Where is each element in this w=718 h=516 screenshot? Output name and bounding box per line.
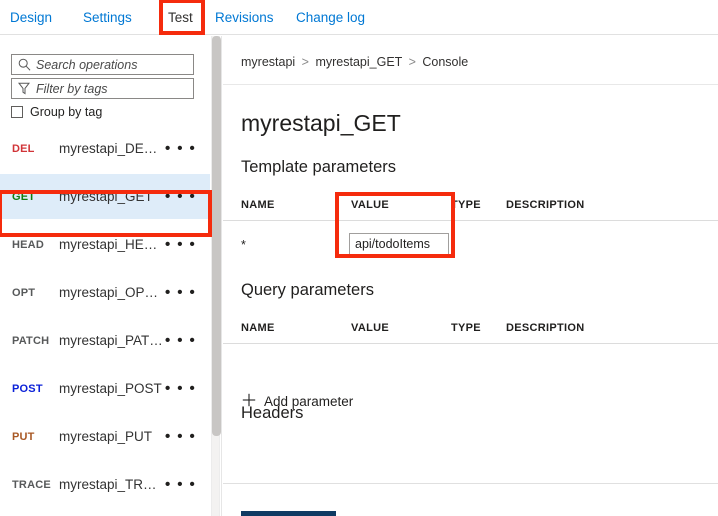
operation-name: myrestapi_HE…	[59, 237, 158, 252]
query-parameters-header-row: NAME VALUE TYPE DESCRIPTION	[223, 318, 718, 344]
sidebar-item-opt[interactable]: OPT myrestapi_OP… • • •	[0, 270, 210, 315]
breadcrumb-root[interactable]: myrestapi	[241, 55, 295, 69]
breadcrumb: myrestapi > myrestapi_GET > Console	[241, 55, 468, 69]
sidebar-item-post[interactable]: POST myrestapi_POST • • •	[0, 366, 210, 411]
template-parameter-value-input[interactable]: api/todoItems	[349, 233, 449, 256]
more-options-icon[interactable]: • • •	[165, 477, 196, 492]
operation-verb: PUT	[12, 430, 35, 443]
tab-change-log[interactable]: Change log	[296, 0, 365, 34]
operation-name: myrestapi_GET	[59, 189, 153, 204]
more-options-icon[interactable]: • • •	[165, 333, 196, 348]
operation-verb: GET	[12, 190, 36, 203]
operations-list: DEL myrestapi_DE… • • • GET myrestapi_GET • •…	[0, 126, 210, 516]
operation-verb: OPT	[12, 286, 36, 299]
table-row: * api/todoItems	[223, 232, 718, 270]
operation-verb: TRACE	[12, 478, 51, 491]
more-options-icon[interactable]: • • •	[165, 285, 196, 300]
group-by-tag-checkbox[interactable]: Group by tag	[11, 105, 102, 119]
api-management-test-console: Design Settings Test Revisions Change log Se…	[0, 0, 718, 516]
more-options-icon[interactable]: • • •	[165, 141, 196, 156]
breadcrumb-leaf: Console	[422, 55, 469, 69]
operation-name: myrestapi_OP…	[59, 285, 159, 300]
funnel-icon	[12, 82, 36, 95]
sidebar-item-patch[interactable]: PATCH myrestapi_PAT… • • •	[0, 318, 210, 363]
th-name: NAME	[241, 199, 275, 211]
breadcrumb-separator-1: >	[301, 55, 309, 69]
tab-test[interactable]: Test	[168, 0, 193, 34]
more-options-icon[interactable]: • • •	[165, 189, 196, 204]
th-type: TYPE	[451, 199, 481, 211]
group-by-tag-label: Group by tag	[30, 105, 103, 119]
sidebar-scrollbar-track[interactable]	[211, 36, 221, 516]
tab-design[interactable]: Design	[10, 0, 52, 34]
th-name: NAME	[241, 322, 275, 334]
breadcrumb-middle[interactable]: myrestapi_GET	[315, 55, 402, 69]
sidebar-item-del[interactable]: DEL myrestapi_DE… • • •	[0, 126, 210, 171]
th-description: DESCRIPTION	[506, 199, 585, 211]
more-options-icon[interactable]: • • •	[165, 237, 196, 252]
operations-sidebar: Search operations Filter by tags Group b…	[0, 36, 222, 516]
top-tab-bar: Design Settings Test Revisions Change log	[0, 0, 718, 35]
th-type: TYPE	[451, 322, 481, 334]
more-options-icon[interactable]: • • •	[165, 429, 196, 444]
th-description: DESCRIPTION	[506, 322, 585, 334]
th-value: VALUE	[351, 199, 389, 211]
search-operations-placeholder: Search operations	[36, 57, 138, 72]
search-operations-field[interactable]: Search operations	[11, 54, 194, 75]
sidebar-item-head[interactable]: HEAD myrestapi_HE… • • •	[0, 222, 210, 267]
operation-name: myrestapi_PAT…	[59, 333, 163, 348]
headers-divider	[223, 483, 718, 484]
console-main-panel: myrestapi > myrestapi_GET > Console myre…	[223, 36, 718, 516]
tab-revisions[interactable]: Revisions	[215, 0, 274, 34]
sidebar-item-put[interactable]: PUT myrestapi_PUT • • •	[0, 414, 210, 459]
filter-by-tags-field[interactable]: Filter by tags	[11, 78, 194, 99]
template-parameters-title: Template parameters	[241, 158, 396, 176]
magnifier-icon	[12, 58, 36, 71]
breadcrumb-separator-2: >	[408, 55, 416, 69]
th-value: VALUE	[351, 322, 389, 334]
operation-name: myrestapi_PUT	[59, 429, 153, 444]
sidebar-item-trace[interactable]: TRACE myrestapi_TR… • • •	[0, 462, 210, 507]
operation-name: myrestapi_POST	[59, 381, 162, 396]
page-title: myrestapi_GET	[241, 110, 401, 136]
checkbox-box[interactable]	[11, 106, 23, 118]
operation-verb: PATCH	[12, 334, 50, 347]
operation-verb: HEAD	[12, 238, 44, 251]
template-parameter-name: *	[241, 238, 246, 252]
more-options-icon[interactable]: • • •	[165, 381, 196, 396]
tab-settings[interactable]: Settings	[83, 0, 132, 34]
operation-verb: DEL	[12, 142, 35, 155]
send-button[interactable]: Send	[241, 511, 336, 516]
breadcrumb-divider	[223, 84, 718, 85]
operation-name: myrestapi_DE…	[59, 141, 158, 156]
sidebar-scrollbar-thumb[interactable]	[212, 36, 221, 436]
headers-title: Headers	[241, 404, 304, 422]
template-parameters-header-row: NAME VALUE TYPE DESCRIPTION	[223, 195, 718, 221]
operation-name: myrestapi_TR…	[59, 477, 157, 492]
query-parameters-title: Query parameters	[241, 281, 374, 299]
filter-by-tags-placeholder: Filter by tags	[36, 81, 108, 96]
operation-verb: POST	[12, 382, 43, 395]
sidebar-item-get[interactable]: GET myrestapi_GET • • •	[0, 174, 210, 219]
